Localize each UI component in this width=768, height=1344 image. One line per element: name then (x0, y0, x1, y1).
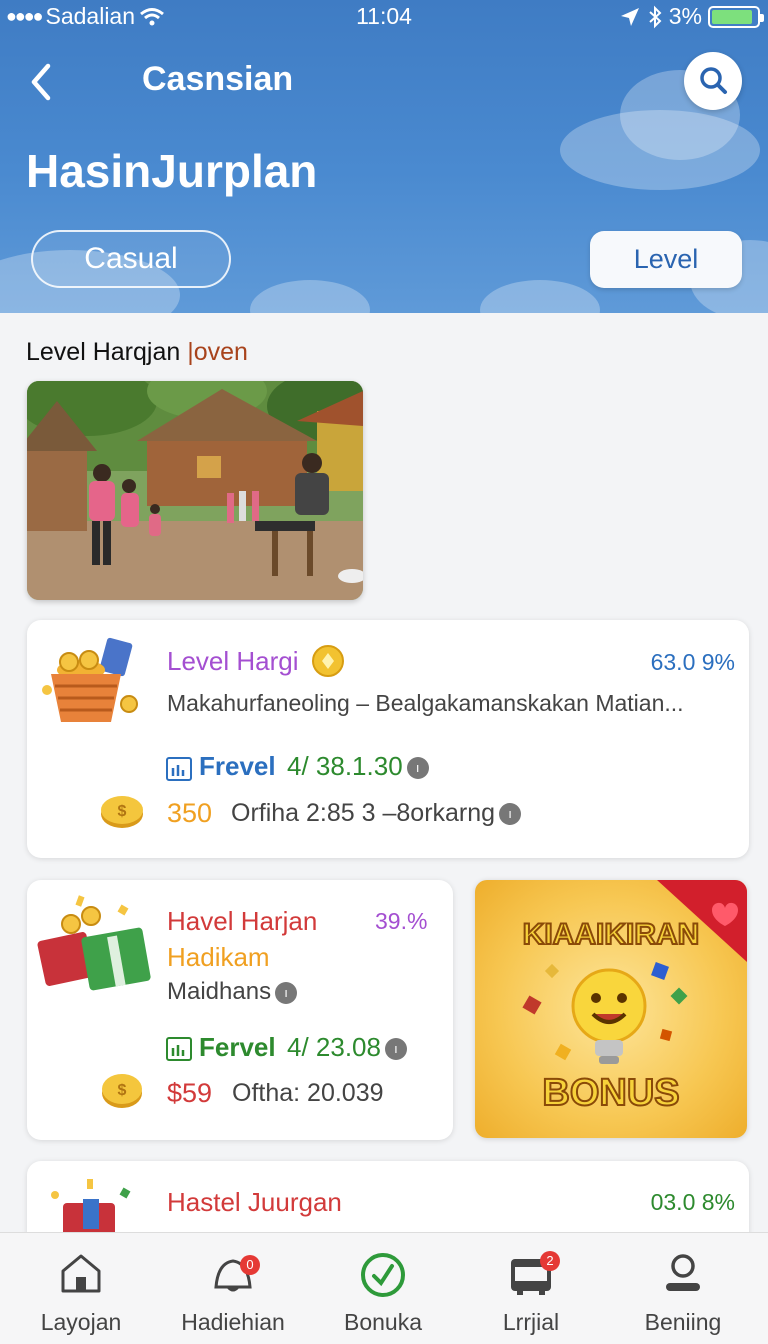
filter-casual-button[interactable]: Casual (31, 230, 231, 288)
info-icon: ı (406, 757, 429, 780)
nav-item-bonuka[interactable]: Bonuka (308, 1233, 458, 1344)
location-arrow-icon (620, 7, 639, 26)
info-icon: ı (275, 981, 298, 1004)
section-title-text: Level Harqjan (26, 338, 188, 366)
nav-label: Beniing (644, 1309, 722, 1335)
card-percent: 03.0 8% (650, 1189, 735, 1215)
hero-image[interactable] (27, 381, 363, 600)
nav-item-hadiehian[interactable]: 0 Hadiehian (158, 1233, 308, 1344)
battery-percent: 3% (668, 3, 702, 29)
check-circle-icon (361, 1253, 405, 1297)
card-percent: 39.% (375, 908, 428, 934)
search-icon (700, 67, 727, 94)
battery-icon (708, 5, 764, 28)
section-title-accent: |oven (187, 338, 248, 366)
chart-card-icon (166, 1037, 192, 1061)
stat-value: 4/ 38.1.30 ı (287, 751, 429, 782)
card-description-text: Maidhans (167, 978, 272, 1005)
gift-boxes-icon (37, 895, 151, 991)
nav-title: Casnsian (142, 60, 294, 98)
info-icon: ı (384, 1038, 407, 1061)
search-button[interactable] (684, 52, 742, 110)
village-scene-image (27, 381, 363, 600)
home-icon (61, 1254, 101, 1293)
stat-value-text: 4/ 23.08 (287, 1032, 381, 1062)
price-label-text: Orfiha 2:85 3 –8orkarng (231, 799, 496, 827)
chevron-left-icon (31, 63, 51, 101)
price: $59 (167, 1078, 213, 1108)
filter-level-button[interactable]: Level (590, 231, 742, 288)
coin-basket-icon (42, 637, 138, 722)
card-description: Makahurfaneoling – Bealgakamanskakan Mat… (167, 690, 684, 716)
notification-badge: 2 (540, 1251, 560, 1271)
stat-label: Frevel (199, 751, 276, 781)
card-percent: 63.0 9% (650, 649, 735, 675)
page-title: HasinJurplan (26, 145, 318, 197)
chart-card-icon (166, 757, 192, 781)
info-icon: ı (499, 803, 522, 826)
price: 350 (167, 798, 213, 828)
stat-value-text: 4/ 38.1.30 (287, 751, 403, 781)
svg-text:$: $ (118, 803, 127, 820)
bottom-nav: Layojan 0 Hadiehian Bonuka 2 Lrrjial Ben… (0, 1232, 768, 1344)
card-title: Hastel Juurgan (167, 1187, 342, 1217)
coin-icon: $ (102, 1074, 142, 1108)
notification-badge: 0 (240, 1255, 260, 1275)
price-label: Orfiha 2:85 3 –8orkarng ı (231, 799, 522, 828)
stat-value: 4/ 23.08 ı (287, 1032, 407, 1063)
card-title: Havel Harjan (167, 906, 318, 936)
card-description: Maidhans ı (167, 978, 298, 1006)
bonus-top-text: KIAAIKIRAN (522, 917, 701, 952)
nav-item-beniing[interactable]: Beniing (608, 1233, 758, 1344)
nav-label: Layojan (40, 1309, 122, 1335)
card-subtitle: Hadikam (167, 942, 270, 972)
price-label: Ofthа: 20.039 (232, 1079, 384, 1107)
nav-item-lrrjial[interactable]: 2 Lrrjial (456, 1233, 606, 1344)
battery-fill (712, 9, 752, 24)
bonus-bottom-text: BONUS (541, 1071, 680, 1115)
card-title: Level Hargi (167, 646, 299, 676)
nav-label: Bonuka (343, 1309, 422, 1335)
game-card-1[interactable]: Level Hargi 63.0 9% Makahurfaneoling – B… (27, 620, 749, 858)
nav-label: Hadiehian (181, 1309, 285, 1335)
section-title: Level Harqjan |oven (26, 338, 248, 367)
stat-label: Fervel (199, 1032, 276, 1062)
nav-label: Lrrjial (502, 1309, 560, 1335)
bluetooth-icon (649, 5, 662, 28)
gold-badge-icon (312, 645, 344, 677)
nav-item-layojan[interactable]: Layojan (6, 1233, 156, 1344)
profile-icon (666, 1254, 700, 1291)
coin-icon: $ (101, 796, 143, 828)
game-card-2[interactable]: Havel Harjan 39.% Hadikam Maidhans ı Ferv… (27, 880, 453, 1140)
svg-text:$: $ (118, 1082, 127, 1099)
back-button[interactable] (22, 58, 62, 106)
bonus-banner[interactable]: KIAAIKIRAN BONUS (475, 880, 747, 1138)
status-bar: ●●●● Sadalian 11:04 3% (0, 0, 768, 34)
header: ●●●● Sadalian 11:04 3% Casnsian HasinJur… (0, 0, 768, 313)
